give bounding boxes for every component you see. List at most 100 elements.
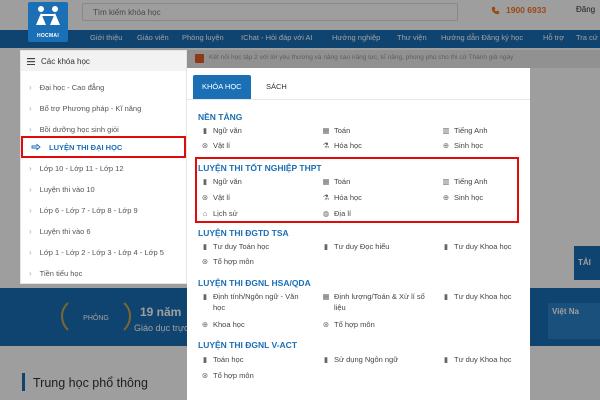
globe-icon: ◍	[322, 209, 330, 218]
nav-item-huong-dan[interactable]: Hướng dẫn Đăng ký học	[441, 33, 523, 42]
search-box[interactable]	[82, 3, 458, 21]
section-nen-tang-title[interactable]: NỀN TẢNG	[198, 112, 242, 122]
tab-khoa-hoc[interactable]: KHÓA HỌC	[193, 75, 251, 99]
sidebar-item-vao-10[interactable]: › Luyện thi vào 10	[21, 179, 186, 199]
subject-link[interactable]: ▮ Tư duy Toán học	[201, 241, 269, 252]
subject-link[interactable]: ▮ Tư duy Đọc hiểu	[322, 241, 390, 252]
subject-link[interactable]: ▥ Tiếng Anh	[442, 176, 487, 187]
subject-link[interactable]: ▮ Ngữ văn	[201, 176, 242, 187]
book-icon: ▮	[202, 126, 208, 135]
chevron-right-icon: ›	[29, 184, 32, 194]
nav-item-gioi-thieu[interactable]: Giới thiệu	[90, 33, 122, 42]
flask-icon: ⚗	[322, 193, 330, 202]
subject-link[interactable]: ⚗ Hóa học	[322, 192, 362, 203]
book-open-icon: ▥	[442, 126, 450, 135]
sidebar-item-label: Bổ trợ Phương pháp - Kĩ năng	[39, 103, 142, 113]
chevron-right-icon: ›	[29, 226, 32, 236]
search-input[interactable]	[93, 8, 447, 17]
course-sidebar: Các khóa học › Đại học - Cao đẳng › Bổ trợ…	[20, 50, 187, 284]
subject-link[interactable]: ⌂ Lịch sử	[201, 208, 238, 219]
laurel-text: PHỎNG	[83, 313, 109, 322]
chevron-right-icon: ›	[29, 163, 32, 173]
nav-item-tra-cuu[interactable]: Tra cứ	[576, 33, 598, 42]
nav-item-ho-tro[interactable]: Hỗ trợ	[543, 33, 564, 42]
site-header: HOCMAI 1900 6933 Đăng	[0, 0, 600, 42]
menu-icon	[27, 57, 35, 65]
subject-link[interactable]: ⚗ Hóa học	[322, 140, 362, 151]
subject-link[interactable]: ▮ Toán học	[201, 354, 244, 365]
subject-link[interactable]: ⊛ Tổ hợp môn	[322, 319, 375, 330]
dropdown-tabs: KHÓA HỌC SÁCH	[187, 68, 530, 100]
chevron-right-icon: ›	[29, 268, 32, 278]
atom-icon: ⊛	[201, 141, 209, 150]
atom-icon: ⊛	[201, 257, 209, 266]
book-icon: ▮	[443, 292, 449, 301]
section-vact-title[interactable]: LUYỆN THI ĐGNL V-ACT	[198, 340, 297, 350]
chevron-right-icon: ›	[29, 124, 32, 134]
sidebar-item-lop-6-9[interactable]: › Lớp 6 - Lớp 7 - Lớp 8 - Lớp 9	[21, 200, 186, 220]
book-icon: ▮	[202, 355, 208, 364]
phone-icon	[491, 6, 500, 14]
main-nav: Giới thiệu Giáo viên Phòng luyện IChat -…	[0, 30, 600, 48]
atom-icon: ⊛	[201, 193, 209, 202]
book-icon: ▮	[323, 355, 329, 364]
sidebar-title: Các khóa học	[41, 56, 90, 66]
subject-link[interactable]: ▦ Toán	[322, 176, 350, 187]
sidebar-item-bo-tro[interactable]: › Bổ trợ Phương pháp - Kĩ năng	[21, 98, 186, 118]
subject-link[interactable]: ▥ Tiếng Anh	[442, 125, 487, 136]
subject-link[interactable]: ▮ Tư duy Khoa học	[442, 291, 512, 302]
subject-link[interactable]: ⊕ Sinh học	[442, 140, 483, 151]
login-link[interactable]: Đăng	[576, 5, 595, 14]
nav-item-phong-luyen[interactable]: Phòng luyện	[182, 33, 224, 42]
subject-link[interactable]: ▮ Định tính/Ngôn ngữ - Văn học	[201, 291, 311, 313]
flask-icon: ⚗	[322, 141, 330, 150]
nav-item-thu-vien[interactable]: Thư viện	[397, 33, 427, 42]
sidebar-item-lop-10-12[interactable]: › Lớp 10 - Lớp 11 - Lớp 12	[21, 158, 186, 178]
sidebar-item-tien-tieu-hoc[interactable]: › Tiền tiểu học	[21, 263, 186, 283]
book-icon: ▮	[202, 292, 208, 301]
sidebar-item-label: Lớp 10 - Lớp 11 - Lớp 12	[39, 163, 124, 173]
museum-icon: ⌂	[202, 209, 208, 218]
tab-sach[interactable]: SÁCH	[257, 75, 296, 99]
subject-link[interactable]: ⊛ Vật lí	[201, 192, 230, 203]
nav-item-huong-nghiep[interactable]: Hướng nghiệp	[332, 33, 380, 42]
subject-link[interactable]: ▦ Toán	[322, 125, 350, 136]
book-icon: ▮	[202, 242, 208, 251]
sidebar-item-dai-hoc[interactable]: › Đại học - Cao đẳng	[21, 77, 186, 97]
sidebar-item-label: Đại học - Cao đẳng	[39, 82, 105, 92]
subject-link[interactable]: ◍ Địa lí	[322, 208, 351, 219]
book-icon: ▮	[202, 177, 208, 186]
subject-link[interactable]: ⊛ Tổ hợp môn	[201, 256, 254, 267]
nav-item-giao-vien[interactable]: Giáo viên	[137, 33, 169, 42]
chevron-right-icon: ›	[29, 247, 32, 257]
sidebar-item-lop-1-5[interactable]: › Lớp 1 - Lớp 2 - Lớp 3 - Lớp 4 - Lớp 5	[21, 242, 186, 262]
logo[interactable]: HOCMAI	[28, 2, 68, 42]
subject-link[interactable]: ⊕ Sinh học	[442, 192, 483, 203]
hotline[interactable]: 1900 6933	[491, 5, 546, 15]
logo-text: HOCMAI	[36, 33, 60, 39]
microscope-icon: ⊕	[442, 141, 450, 150]
chevron-right-icon: ›	[29, 205, 32, 215]
subject-link[interactable]: ⊛ Tổ hợp môn	[201, 370, 254, 381]
sidebar-item-label: Lớp 6 - Lớp 7 - Lớp 8 - Lớp 9	[39, 205, 138, 215]
download-button[interactable]: TẢI	[574, 246, 600, 280]
section-tsa-title[interactable]: LUYỆN THI ĐGTD TSA	[198, 228, 289, 238]
hand-pointer-icon	[31, 143, 41, 151]
sidebar-header[interactable]: Các khóa học	[21, 51, 186, 71]
sidebar-item-vao-6[interactable]: › Luyện thi vào 6	[21, 221, 186, 241]
subject-link[interactable]: ▮ Tư duy Khoa học	[442, 354, 512, 365]
subject-link[interactable]: ▦ Định lượng/Toán & Xử lí số liệu	[322, 291, 437, 313]
banner-subtitle: Giáo dục trực	[134, 323, 189, 333]
subject-link[interactable]: ▮ Ngữ văn	[201, 125, 242, 136]
sidebar-item-label: Tiền tiểu học	[39, 268, 83, 278]
subject-link[interactable]: ⊕ Khoa học	[201, 319, 245, 330]
section-hsa-title[interactable]: LUYỆN THI ĐGNL HSA/QDA	[198, 278, 311, 288]
sidebar-item-luyen-thi-dai-hoc[interactable]: LUYỆN THI ĐẠI HỌC	[21, 136, 186, 158]
banner-right-text: Việt Na	[548, 303, 600, 339]
subject-link[interactable]: ⊛ Vật lí	[201, 140, 230, 151]
nav-item-ichat[interactable]: IChat - Hỏi đáp với AI	[241, 33, 313, 42]
subject-link[interactable]: ▮ Tư duy Khoa học	[442, 241, 512, 252]
topic-text: Kết nối học tập 2 với lời yêu thương và …	[209, 54, 514, 61]
section-tot-nghiep-title[interactable]: LUYỆN THI TỐT NGHIỆP THPT	[198, 163, 322, 173]
subject-link[interactable]: ▮ Sử dụng Ngôn ngữ	[322, 354, 398, 365]
